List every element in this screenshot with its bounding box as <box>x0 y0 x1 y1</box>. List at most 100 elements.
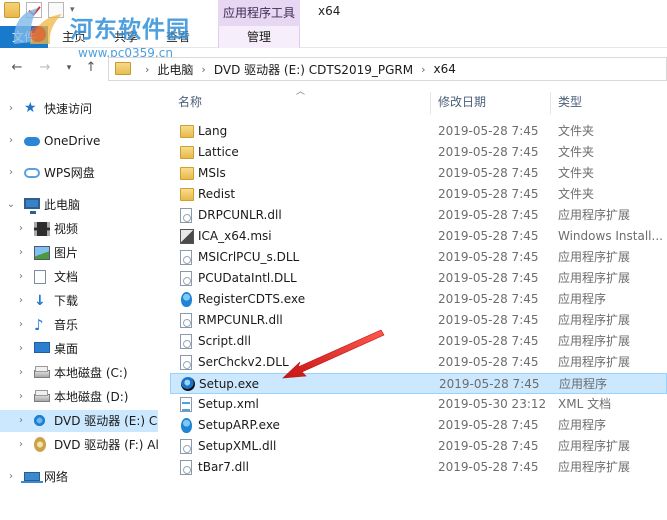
breadcrumb-this-pc[interactable]: 此电脑 <box>157 61 193 78</box>
table-row[interactable]: tBar7.dll 2019-05-28 7:45 应用程序扩展 <box>170 457 667 478</box>
ribbon: ▾ 文件 主页 共享 查看 应用程序工具 管理 x64 <box>0 0 667 48</box>
back-arrow-icon[interactable]: ← <box>10 61 24 75</box>
sidebar-item[interactable]: › DVD 驱动器 (F:) Al <box>0 434 158 456</box>
chevron-right-icon[interactable]: › <box>201 63 205 76</box>
file-name: SerChckv2.DLL <box>198 355 289 369</box>
tab-home[interactable]: 主页 <box>48 26 100 48</box>
file-name: MSICrlPCU_s.DLL <box>198 250 300 264</box>
sidebar-item[interactable]: › DVD 驱动器 (E:) CI <box>0 410 158 432</box>
file-type: 文件夹 <box>558 187 595 201</box>
table-row[interactable]: DRPCUNLR.dll 2019-05-28 7:45 应用程序扩展 <box>170 205 667 226</box>
chevron-right-icon[interactable]: › <box>6 466 16 488</box>
table-row[interactable]: Setup.xml 2019-05-30 23:12 XML 文档 <box>170 394 667 415</box>
sidebar-item[interactable]: › ★ 快速访问 <box>0 98 158 120</box>
chevron-right-icon[interactable]: › <box>16 434 26 456</box>
wps-cloud-icon <box>24 168 40 178</box>
sidebar-item-label: 下载 <box>54 294 79 308</box>
column-name[interactable]: 名称 <box>178 90 202 114</box>
table-row[interactable]: SetupARP.exe 2019-05-28 7:45 应用程序 <box>170 415 667 436</box>
sidebar-item[interactable]: › 桌面 <box>0 338 158 360</box>
breadcrumb-dvd-drive[interactable]: DVD 驱动器 (E:) CDTS2019_PGRM <box>214 61 413 78</box>
column-divider[interactable] <box>550 92 551 114</box>
tab-file[interactable]: 文件 <box>0 26 49 48</box>
table-row[interactable]: MSIs 2019-05-28 7:45 文件夹 <box>170 163 667 184</box>
chevron-right-icon[interactable]: › <box>421 63 425 76</box>
file-type: 应用程序扩展 <box>558 271 631 285</box>
msi-file-icon <box>180 229 194 244</box>
file-type: 文件夹 <box>558 124 595 138</box>
file-date: 2019-05-28 7:45 <box>438 229 539 243</box>
sidebar-item[interactable]: ⌄ 此电脑 <box>0 194 158 216</box>
file-date: 2019-05-28 7:45 <box>438 271 539 285</box>
chevron-right-icon[interactable]: › <box>16 242 26 264</box>
chevron-right-icon[interactable]: › <box>16 266 26 288</box>
table-row[interactable]: RegisterCDTS.exe 2019-05-28 7:45 应用程序 <box>170 289 667 310</box>
new-folder-icon[interactable] <box>48 2 64 18</box>
table-row[interactable]: Redist 2019-05-28 7:45 文件夹 <box>170 184 667 205</box>
chevron-right-icon[interactable]: › <box>16 362 26 384</box>
exe-file-icon <box>181 292 192 307</box>
folder-icon[interactable] <box>4 2 20 18</box>
column-divider[interactable] <box>430 92 431 114</box>
chevron-right-icon[interactable]: › <box>16 410 26 432</box>
table-row[interactable]: RMPCUNLR.dll 2019-05-28 7:45 应用程序扩展 <box>170 310 667 331</box>
chevron-right-icon[interactable]: › <box>16 314 26 336</box>
column-type[interactable]: 类型 <box>558 90 582 114</box>
properties-check-icon[interactable] <box>26 2 42 18</box>
table-row[interactable]: Lattice 2019-05-28 7:45 文件夹 <box>170 142 667 163</box>
setup-exe-icon <box>181 377 195 391</box>
file-name: MSIs <box>198 166 226 180</box>
chevron-right-icon[interactable]: › <box>6 98 16 120</box>
breadcrumb-x64[interactable]: x64 <box>433 62 455 76</box>
table-row[interactable]: SetupXML.dll 2019-05-28 7:45 应用程序扩展 <box>170 436 667 457</box>
chevron-down-icon[interactable]: ⌄ <box>6 194 16 216</box>
file-name: Lattice <box>198 145 239 159</box>
sidebar-item-label: 此电脑 <box>44 198 81 212</box>
sidebar-item[interactable]: › ♪ 音乐 <box>0 314 158 336</box>
chevron-down-icon[interactable]: ▾ <box>70 2 80 18</box>
chevron-right-icon[interactable]: › <box>16 290 26 312</box>
file-name: Setup.xml <box>198 397 259 411</box>
sidebar-item-label: OneDrive <box>44 134 101 148</box>
forward-arrow-icon[interactable]: → <box>38 61 52 75</box>
tab-manage[interactable]: 管理 <box>218 26 300 48</box>
chevron-right-icon[interactable]: › <box>16 338 26 360</box>
sidebar-item-label: WPS网盘 <box>44 166 95 180</box>
up-arrow-icon[interactable]: ↑ <box>84 61 98 75</box>
drive-icon <box>34 390 50 402</box>
table-row[interactable]: PCUDataIntl.DLL 2019-05-28 7:45 应用程序扩展 <box>170 268 667 289</box>
file-date: 2019-05-28 7:45 <box>438 418 539 432</box>
address-bar[interactable]: › 此电脑 › DVD 驱动器 (E:) CDTS2019_PGRM › x64 <box>108 57 667 81</box>
tab-share[interactable]: 共享 <box>100 26 152 48</box>
sidebar-item[interactable]: › 视频 <box>0 218 158 240</box>
table-row[interactable]: SerChckv2.DLL 2019-05-28 7:45 应用程序扩展 <box>170 352 667 373</box>
tab-view[interactable]: 查看 <box>152 26 204 48</box>
chevron-right-icon[interactable]: › <box>16 218 26 240</box>
recent-chevron-icon[interactable]: ▾ <box>62 61 76 75</box>
file-date: 2019-05-28 7:45 <box>438 439 539 453</box>
sidebar-item[interactable]: › OneDrive <box>0 130 158 152</box>
table-row[interactable]: Script.dll 2019-05-28 7:45 应用程序扩展 <box>170 331 667 352</box>
sidebar-item[interactable]: › ↓ 下载 <box>0 290 158 312</box>
sidebar-item[interactable]: › 文档 <box>0 266 158 288</box>
chevron-right-icon[interactable]: › <box>6 162 16 184</box>
file-date: 2019-05-28 7:45 <box>438 334 539 348</box>
sidebar-item[interactable]: › 本地磁盘 (C:) <box>0 362 158 384</box>
sidebar-item[interactable]: › WPS网盘 <box>0 162 158 184</box>
file-date: 2019-05-28 7:45 <box>438 124 539 138</box>
chevron-right-icon[interactable]: › <box>145 63 149 76</box>
table-row[interactable]: Lang 2019-05-28 7:45 文件夹 <box>170 121 667 142</box>
table-row[interactable]: MSICrlPCU_s.DLL 2019-05-28 7:45 应用程序扩展 <box>170 247 667 268</box>
chevron-right-icon[interactable]: › <box>6 130 16 152</box>
file-name: Redist <box>198 187 236 201</box>
sidebar-item[interactable]: › 网络 <box>0 466 158 488</box>
column-date[interactable]: 修改日期 <box>438 90 486 114</box>
table-row[interactable]: ICA_x64.msi 2019-05-28 7:45 Windows Instal… <box>170 226 667 247</box>
chevron-right-icon[interactable]: › <box>16 386 26 408</box>
sidebar-item[interactable]: › 图片 <box>0 242 158 264</box>
file-type: 文件夹 <box>558 145 595 159</box>
desktop-folder-icon <box>34 342 50 353</box>
file-type: 应用程序 <box>558 292 607 306</box>
table-row[interactable]: Setup.exe 2019-05-28 7:45 应用程序 <box>170 373 667 394</box>
sidebar-item[interactable]: › 本地磁盘 (D:) <box>0 386 158 408</box>
